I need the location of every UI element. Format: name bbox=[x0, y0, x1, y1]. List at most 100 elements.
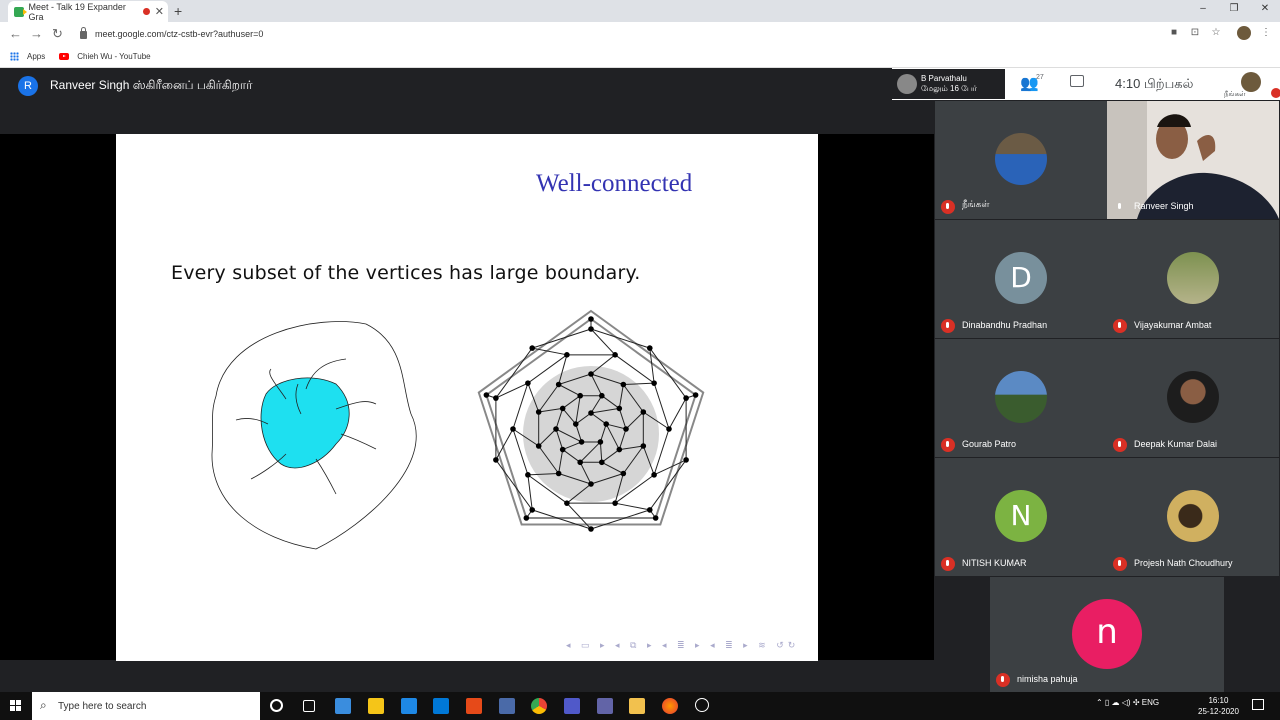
profile-avatar[interactable] bbox=[1237, 26, 1251, 40]
graph-vertex bbox=[646, 507, 653, 513]
forward-icon[interactable]: → bbox=[30, 26, 43, 41]
search-placeholder: Type here to search bbox=[58, 700, 147, 712]
app-icon[interactable] bbox=[433, 698, 449, 714]
graph-vertex bbox=[577, 459, 583, 466]
participant-name: Projesh Nath Choudhury bbox=[1134, 558, 1233, 568]
meet-favicon-icon bbox=[14, 6, 26, 17]
cortana-icon[interactable] bbox=[270, 699, 283, 712]
self-avatar[interactable] bbox=[1241, 72, 1261, 92]
bookmark-apps[interactable]: Apps bbox=[27, 52, 45, 61]
close-window-button[interactable]: ✕ bbox=[1255, 3, 1275, 14]
translate-icon[interactable]: ⊡ bbox=[1189, 27, 1201, 39]
camera-icon[interactable]: ■ bbox=[1168, 27, 1180, 39]
mic-off-icon bbox=[1113, 319, 1127, 333]
graph-vertex bbox=[588, 410, 594, 416]
participant-avatar bbox=[1167, 490, 1219, 542]
chat-icon[interactable] bbox=[1070, 75, 1084, 87]
graph-vertex bbox=[564, 500, 570, 506]
graph-vertex bbox=[640, 409, 647, 415]
graph-vertex bbox=[646, 345, 653, 351]
graph-vertex bbox=[603, 421, 610, 427]
participant-video-tile[interactable]: Ranveer Singh bbox=[1107, 101, 1279, 219]
tab-strip: Meet - Talk 19 Expander Gra ✕ + – ❐ ✕ bbox=[0, 0, 1280, 22]
graph-vertex bbox=[555, 381, 562, 388]
tab-close-icon[interactable]: ✕ bbox=[155, 5, 164, 18]
participant-tile[interactable]: Projesh Nath Choudhury bbox=[1107, 458, 1279, 576]
clock-date: 25-12-2020 bbox=[1198, 707, 1239, 716]
firefox-icon[interactable] bbox=[662, 698, 678, 714]
graph-vertex bbox=[529, 345, 536, 351]
graph-vertex bbox=[616, 446, 623, 453]
teams-icon[interactable] bbox=[564, 698, 580, 714]
mic-off-icon bbox=[941, 557, 955, 571]
mic-off-icon bbox=[1113, 438, 1127, 452]
graph-vertex bbox=[564, 352, 570, 358]
windows-start-icon[interactable] bbox=[10, 700, 22, 712]
graph-vertex bbox=[559, 405, 566, 412]
graph-vertex bbox=[493, 395, 499, 401]
address-bar[interactable]: meet.google.com/ctz-cstb-evr?authuser=0 bbox=[74, 24, 1254, 44]
matlab-icon[interactable] bbox=[466, 698, 482, 714]
restore-button[interactable]: ❐ bbox=[1224, 3, 1244, 14]
graph-vertex bbox=[651, 380, 657, 386]
graph-vertex bbox=[640, 443, 647, 449]
participant-tile[interactable]: Vijayakumar Ambat bbox=[1107, 220, 1279, 338]
graph-vertex bbox=[620, 470, 627, 477]
back-icon[interactable]: ← bbox=[9, 26, 22, 41]
graph-vertex bbox=[616, 405, 623, 412]
system-clock[interactable]: 16:10 25-12-2020 bbox=[1198, 695, 1239, 717]
chrome-icon[interactable] bbox=[531, 698, 547, 714]
minimize-button[interactable]: – bbox=[1193, 3, 1213, 14]
participant-avatar bbox=[1167, 371, 1219, 423]
app-icon[interactable] bbox=[695, 698, 709, 712]
lock-icon bbox=[80, 27, 87, 39]
graph-vertex bbox=[493, 457, 499, 463]
task-view-icon[interactable] bbox=[303, 700, 315, 712]
meeting-clock: 4:10 பிற்பகல் bbox=[1115, 76, 1194, 91]
presenter-label: Ranveer Singh ஸ்கிரீனைப் பகிர்கிறார் bbox=[50, 78, 253, 92]
app-icon[interactable] bbox=[499, 698, 515, 714]
app-icon[interactable] bbox=[401, 698, 417, 714]
participant-tile[interactable]: நீங்கள் bbox=[935, 101, 1107, 219]
taskbar-search[interactable]: ⌕ Type here to search bbox=[32, 692, 260, 720]
graph-vertex bbox=[588, 326, 594, 332]
bookmark-star-icon[interactable]: ☆ bbox=[1210, 27, 1222, 39]
tab-meet[interactable]: Meet - Talk 19 Expander Gra ✕ bbox=[8, 1, 168, 22]
graph-edge bbox=[649, 347, 687, 399]
sticky-notes-icon[interactable] bbox=[368, 698, 384, 714]
graph-vertex bbox=[599, 392, 605, 399]
graph-edge bbox=[668, 397, 687, 430]
participant-tile[interactable]: Deepak Kumar Dalai bbox=[1107, 339, 1279, 457]
participant-name: nimisha pahuja bbox=[1017, 674, 1078, 684]
pinned-avatar bbox=[897, 74, 917, 94]
slide-navigation[interactable]: ◂ ▭ ▸ ◂ ⧉ ▸ ◂ ≣ ▸ ◂ ≣ ▸ ≋ ↺↻ bbox=[566, 640, 799, 651]
graph-vertex bbox=[612, 500, 618, 506]
presenter-avatar: R bbox=[18, 76, 38, 96]
system-tray[interactable]: ⌃ ▯ ☁ ◁) ✣ ENG bbox=[1096, 698, 1159, 707]
graph-vertex bbox=[555, 470, 562, 477]
graph-vertex bbox=[588, 481, 594, 487]
graph-vertex bbox=[599, 459, 605, 466]
menu-icon[interactable]: ⋮ bbox=[1260, 27, 1272, 39]
graph-vertex bbox=[620, 381, 627, 388]
bookmark-youtube[interactable]: Chieh Wu - YouTube bbox=[77, 52, 150, 61]
participant-tile[interactable]: N NITISH KUMAR bbox=[935, 458, 1107, 576]
pinned-participant[interactable]: B Parvathalu மேலும் 16 பேர் bbox=[892, 69, 1005, 99]
notification-icon[interactable] bbox=[1252, 699, 1264, 710]
participant-tile[interactable]: n nimisha pahuja bbox=[990, 577, 1224, 692]
new-tab-button[interactable]: + bbox=[174, 3, 182, 19]
app-icon[interactable] bbox=[335, 698, 351, 714]
slide-title: Well-connected bbox=[536, 170, 693, 197]
app-icon[interactable] bbox=[597, 698, 613, 714]
file-explorer-icon[interactable] bbox=[629, 698, 645, 714]
participant-tile[interactable]: D Dinabandhu Pradhan bbox=[935, 220, 1107, 338]
participant-avatar: D bbox=[995, 252, 1047, 304]
slide: Well-connected Every subset of the verti… bbox=[116, 134, 818, 661]
participant-tile[interactable]: Gourab Patro bbox=[935, 339, 1107, 457]
reload-icon[interactable]: ↻ bbox=[52, 26, 63, 42]
speaking-indicator-icon bbox=[1113, 200, 1127, 214]
mic-off-icon bbox=[941, 438, 955, 452]
graph-vertex bbox=[535, 409, 542, 415]
meeting-top-bar: B Parvathalu மேலும் 16 பேர் 👥 27 4:10 பி… bbox=[892, 68, 1280, 100]
bookmarks-bar: Apps Chieh Wu - YouTube bbox=[0, 46, 1280, 68]
